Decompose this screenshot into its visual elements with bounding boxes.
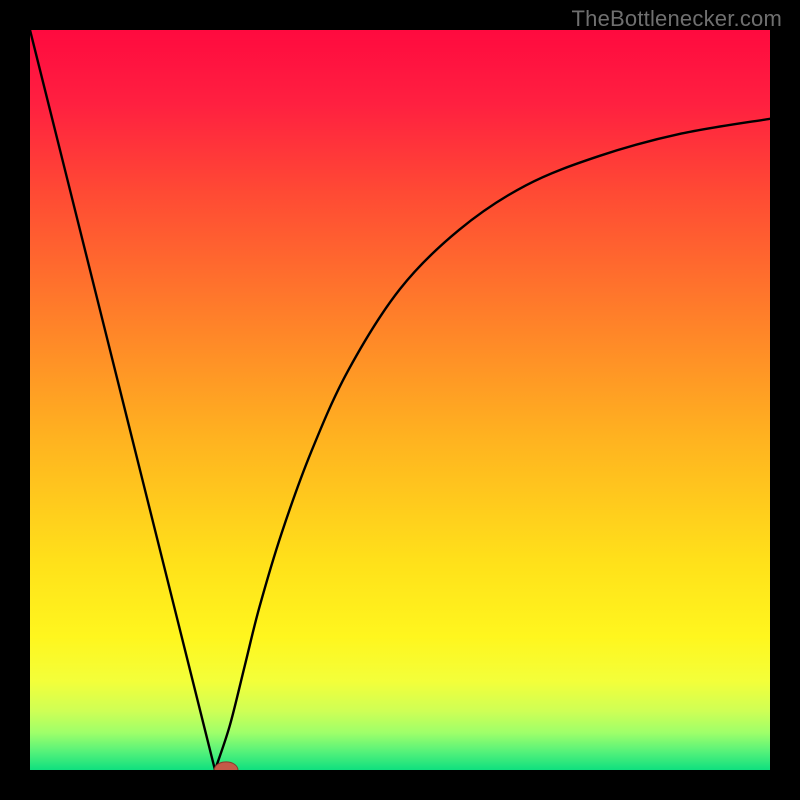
chart-frame bbox=[30, 30, 770, 770]
bottleneck-chart bbox=[30, 30, 770, 770]
attribution-text: TheBottlenecker.com bbox=[572, 6, 782, 32]
gradient-background bbox=[30, 30, 770, 770]
